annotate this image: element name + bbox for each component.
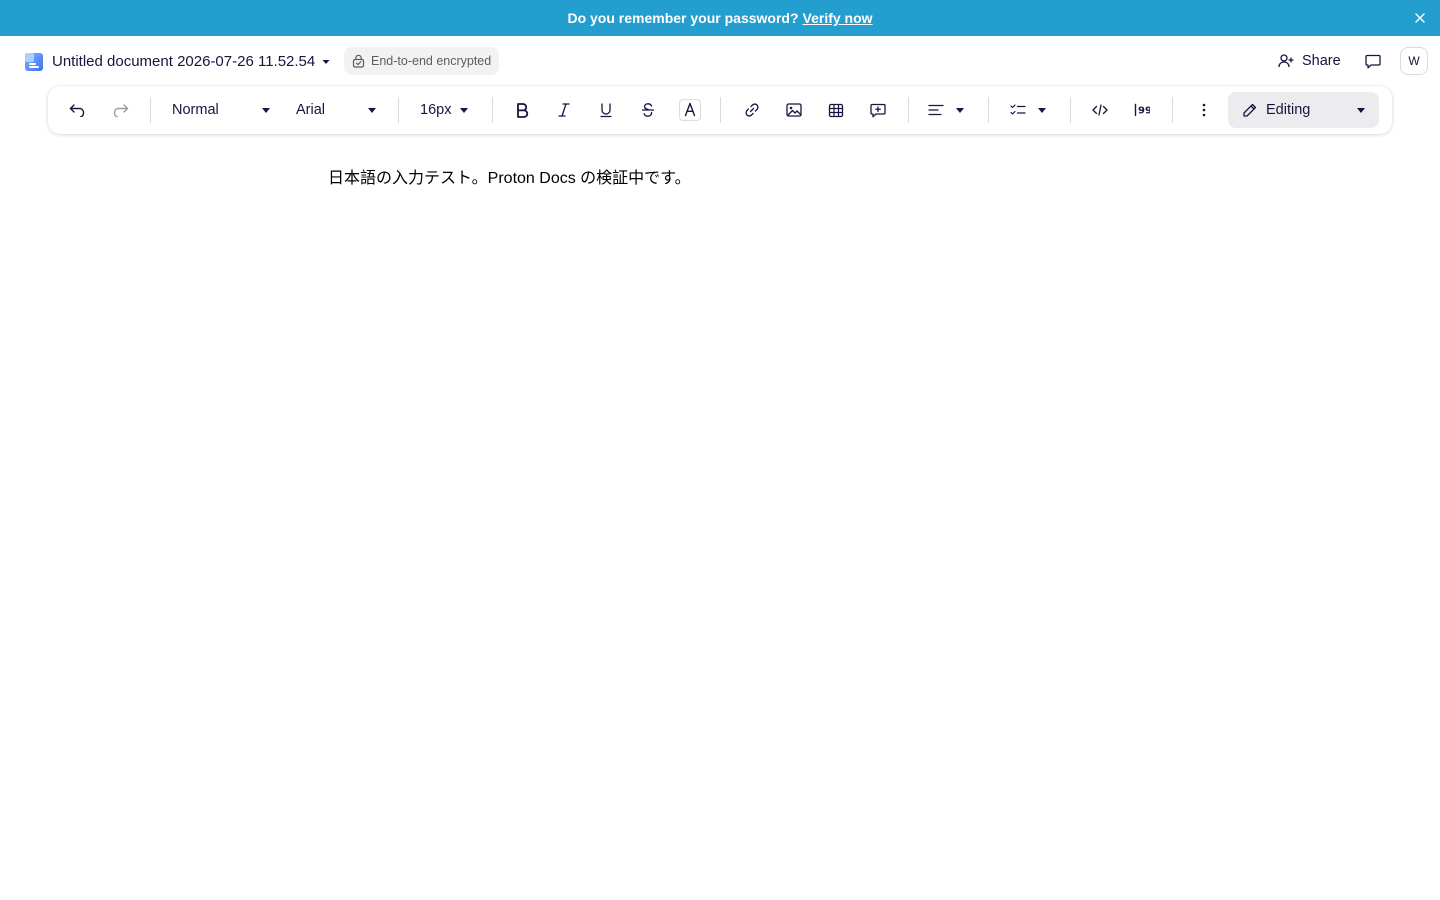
- toolbar-divider: [1172, 97, 1173, 123]
- add-comment-icon[interactable]: [864, 96, 892, 124]
- title-chevron-down-icon[interactable]: [320, 56, 332, 68]
- code-icon[interactable]: [1086, 96, 1114, 124]
- encryption-label: End-to-end encrypted: [371, 54, 492, 68]
- checklist-icon: [1010, 104, 1026, 116]
- chevron-down-icon: [1357, 107, 1365, 113]
- formatting-toolbar: Normal Arial 16px 99 Editing: [48, 86, 1392, 134]
- text-color-icon[interactable]: [676, 96, 704, 124]
- svg-text:99: 99: [1138, 106, 1150, 117]
- banner-message: Do you remember your password?: [567, 10, 799, 26]
- chevron-down-icon: [262, 107, 270, 113]
- toolbar-divider: [492, 97, 493, 123]
- font-size-value: 16px: [420, 102, 452, 118]
- toolbar-divider: [720, 97, 721, 123]
- share-button[interactable]: Share: [1270, 47, 1349, 75]
- list-select[interactable]: [1010, 96, 1046, 124]
- image-icon[interactable]: [780, 96, 808, 124]
- lock-check-icon: [352, 54, 365, 68]
- chevron-down-icon: [1038, 107, 1046, 113]
- redo-icon[interactable]: [106, 96, 134, 124]
- document-title[interactable]: Untitled document 2026-07-26 11.52.54: [52, 51, 315, 71]
- italic-icon[interactable]: [550, 96, 578, 124]
- editing-mode-select[interactable]: Editing: [1228, 92, 1379, 128]
- toolbar-divider: [908, 97, 909, 123]
- encryption-badge: End-to-end encrypted: [344, 47, 500, 75]
- user-avatar[interactable]: W: [1400, 47, 1428, 75]
- document-header: Untitled document 2026-07-26 11.52.54 En…: [0, 36, 1440, 86]
- chevron-down-icon: [368, 107, 376, 113]
- align-select[interactable]: [928, 96, 964, 124]
- toolbar-divider: [988, 97, 989, 123]
- comments-icon[interactable]: [1362, 51, 1384, 71]
- toolbar-divider: [1070, 97, 1071, 123]
- font-size-select[interactable]: 16px: [420, 96, 468, 124]
- docs-icon: [24, 52, 44, 72]
- block-style-select[interactable]: Normal: [172, 96, 270, 124]
- password-banner: Do you remember your password? Verify no…: [0, 0, 1440, 36]
- verify-now-link[interactable]: Verify now: [803, 10, 873, 26]
- document-editor[interactable]: 日本語の入力テスト。Proton Docs の検証中です。: [328, 168, 1112, 190]
- toolbar-divider: [150, 97, 151, 123]
- block-style-value: Normal: [172, 102, 219, 118]
- chevron-down-icon: [460, 107, 468, 113]
- underline-icon[interactable]: [592, 96, 620, 124]
- toolbar-divider: [398, 97, 399, 123]
- bold-icon[interactable]: [508, 96, 536, 124]
- banner-close-icon[interactable]: [1410, 8, 1430, 28]
- document-paragraph[interactable]: 日本語の入力テスト。Proton Docs の検証中です。: [328, 168, 1112, 190]
- font-family-select[interactable]: Arial: [296, 96, 376, 124]
- chevron-down-icon: [956, 107, 964, 113]
- strikethrough-icon[interactable]: [634, 96, 662, 124]
- font-family-value: Arial: [296, 102, 326, 118]
- add-user-icon: [1278, 54, 1294, 68]
- table-icon[interactable]: [822, 96, 850, 124]
- more-options-icon[interactable]: [1190, 96, 1218, 124]
- link-icon[interactable]: [738, 96, 766, 124]
- undo-icon[interactable]: [64, 96, 92, 124]
- editing-mode-label: Editing: [1266, 102, 1311, 118]
- pencil-icon: [1242, 102, 1258, 118]
- share-label: Share: [1302, 53, 1341, 69]
- quote-icon[interactable]: 99: [1128, 96, 1156, 124]
- align-left-icon: [928, 104, 944, 116]
